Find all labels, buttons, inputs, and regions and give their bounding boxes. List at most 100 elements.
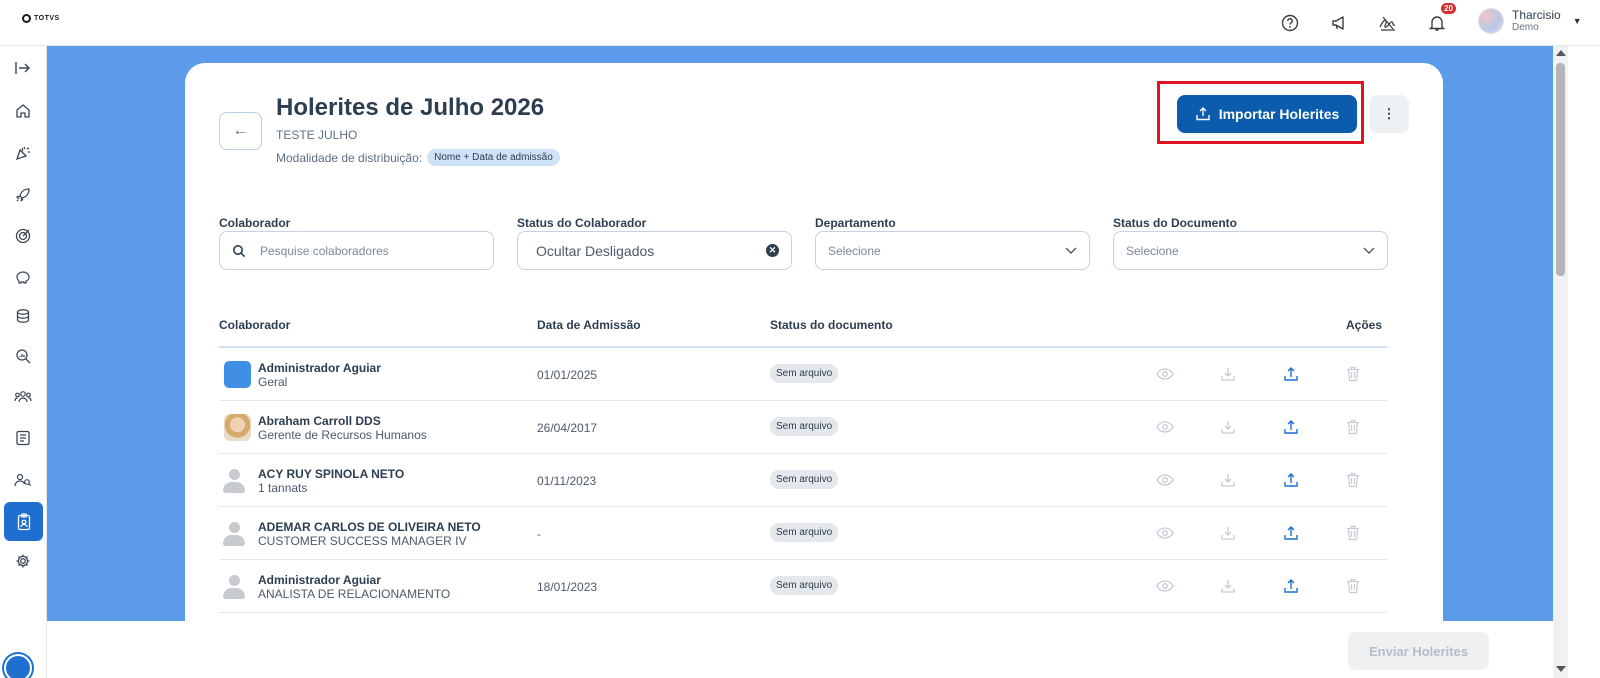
employee-role: Geral: [258, 375, 288, 389]
notification-count-badge: 20: [1441, 3, 1456, 14]
piggy-bank-icon[interactable]: [11, 265, 35, 289]
celebration-icon[interactable]: [11, 141, 35, 165]
employee-search-placeholder: Pesquise colaboradores: [260, 243, 389, 258]
upload-icon[interactable]: [1282, 524, 1300, 542]
scrollbar-thumb[interactable]: [1556, 63, 1565, 276]
view-icon[interactable]: [1156, 524, 1174, 542]
avatar-placeholder-body: [223, 535, 245, 546]
employee-name: Abraham Carroll DDS: [258, 414, 381, 428]
signature-icon[interactable]: [1377, 12, 1399, 34]
download-icon[interactable]: [1219, 365, 1237, 383]
employee-name: Administrador Aguiar: [258, 361, 381, 375]
rocket-icon[interactable]: [11, 183, 35, 207]
avatar: [224, 361, 251, 388]
import-payslips-button[interactable]: Importar Holerites: [1177, 95, 1357, 133]
status-badge: Sem arquivo: [770, 470, 839, 489]
filter-label-status-colaborador: Status do Colaborador: [517, 216, 647, 230]
status-badge: Sem arquivo: [770, 417, 839, 436]
column-header-data-admissao[interactable]: Data de Admissão: [537, 318, 641, 332]
totvs-logo[interactable]: TOTVS: [22, 14, 60, 23]
employee-status-select[interactable]: Ocultar Desligados ✕: [517, 231, 792, 270]
user-menu[interactable]: Tharcisio Demo ▼: [1478, 8, 1582, 34]
employee-search-input[interactable]: Pesquise colaboradores: [219, 231, 494, 270]
more-options-button[interactable]: ⋮: [1369, 95, 1409, 133]
send-payslips-button[interactable]: Enviar Holerites: [1348, 632, 1489, 670]
admission-date: 18/01/2023: [537, 580, 598, 594]
trash-icon[interactable]: [1344, 418, 1362, 436]
employee-status-value: Ocultar Desligados: [536, 242, 655, 259]
people-search-icon[interactable]: [11, 468, 35, 492]
avatar-placeholder-body: [223, 588, 245, 599]
column-header-status[interactable]: Status do documento: [770, 318, 893, 332]
document-status-placeholder: Selecione: [1126, 243, 1179, 258]
avatar-placeholder-head: [229, 522, 240, 533]
chevron-down-icon: ▼: [1572, 16, 1582, 26]
database-icon[interactable]: [11, 304, 35, 328]
avatar-placeholder-body: [223, 482, 245, 493]
table-row: Administrador Aguiar Geral 01/01/2025 Sem a…: [219, 348, 1387, 401]
column-header-colaborador[interactable]: Colaborador: [219, 318, 290, 332]
megaphone-icon[interactable]: [1328, 12, 1350, 34]
top-bar: TOTVS 20 Tharcisio Demo ▼: [0, 0, 1600, 46]
document-status-select[interactable]: Selecione: [1113, 231, 1388, 270]
distribution-modality: Modalidade de distribuição: Nome + Data …: [276, 149, 560, 166]
expand-icon[interactable]: [11, 56, 35, 80]
upload-icon[interactable]: [1282, 365, 1300, 383]
upload-icon: [1196, 107, 1210, 121]
view-icon[interactable]: [1156, 471, 1174, 489]
admission-date: 01/11/2023: [537, 474, 597, 488]
user-role: Demo: [1512, 22, 1539, 33]
trash-icon[interactable]: [1344, 365, 1362, 383]
table-row: ADEMAR CARLOS DE OLIVEIRA NETO CUSTOMER S…: [219, 507, 1387, 560]
department-select[interactable]: Selecione: [815, 231, 1090, 270]
user-avatar: [1478, 8, 1504, 34]
checklist-icon[interactable]: [11, 426, 35, 450]
search-analytics-icon[interactable]: [11, 344, 35, 368]
employee-role: ANALISTA DE RELACIONAMENTO: [258, 587, 451, 601]
trash-icon[interactable]: [1344, 524, 1362, 542]
trash-icon[interactable]: [1344, 577, 1362, 595]
page-title: Holerites de Julho 2026: [276, 94, 545, 121]
filter-label-departamento: Departamento: [815, 216, 896, 230]
employee-role: CUSTOMER SUCCESS MANAGER IV: [258, 534, 467, 548]
upload-icon[interactable]: [1282, 418, 1300, 436]
support-chat-icon[interactable]: [4, 654, 32, 678]
download-icon[interactable]: [1219, 577, 1237, 595]
admission-date: 26/04/2017: [537, 421, 598, 435]
search-icon: [233, 244, 246, 257]
logo-text: TOTVS: [34, 15, 60, 22]
logo-mark: [22, 14, 31, 23]
upload-icon[interactable]: [1282, 577, 1300, 595]
scroll-up-arrow[interactable]: [1556, 50, 1566, 56]
team-icon[interactable]: [11, 385, 35, 409]
view-icon[interactable]: [1156, 577, 1174, 595]
upload-icon[interactable]: [1282, 471, 1300, 489]
clear-icon[interactable]: ✕: [766, 244, 779, 257]
target-icon[interactable]: [11, 224, 35, 248]
view-icon[interactable]: [1156, 365, 1174, 383]
settings-icon[interactable]: [11, 549, 35, 573]
trash-icon[interactable]: [1344, 471, 1362, 489]
status-badge: Sem arquivo: [770, 364, 839, 383]
chevron-down-icon: [1363, 247, 1375, 254]
payslip-icon[interactable]: [4, 502, 43, 541]
department-placeholder: Selecione: [828, 243, 881, 258]
download-icon[interactable]: [1219, 524, 1237, 542]
import-payslips-label: Importar Holerites: [1218, 106, 1340, 122]
bell-icon[interactable]: 20: [1426, 3, 1456, 34]
employee-name: ACY RUY SPINOLA NETO: [258, 467, 405, 481]
status-badge: Sem arquivo: [770, 576, 839, 595]
view-icon[interactable]: [1156, 418, 1174, 436]
avatar-placeholder-head: [229, 469, 240, 480]
scroll-down-arrow[interactable]: [1556, 666, 1566, 672]
user-name: Tharcisio: [1512, 8, 1561, 22]
download-icon[interactable]: [1219, 418, 1237, 436]
download-icon[interactable]: [1219, 471, 1237, 489]
home-icon[interactable]: [11, 99, 35, 123]
help-icon[interactable]: [1279, 12, 1301, 34]
table-row: ACY RUY SPINOLA NETO 1 tannats 01/11/2023 S…: [219, 454, 1387, 507]
payslip-card: ← Holerites de Julho 2026 TESTE JULHO Mo…: [185, 63, 1443, 623]
back-button[interactable]: ←: [219, 112, 262, 150]
more-vertical-icon: ⋮: [1382, 106, 1396, 121]
arrow-left-icon: ←: [232, 122, 249, 139]
